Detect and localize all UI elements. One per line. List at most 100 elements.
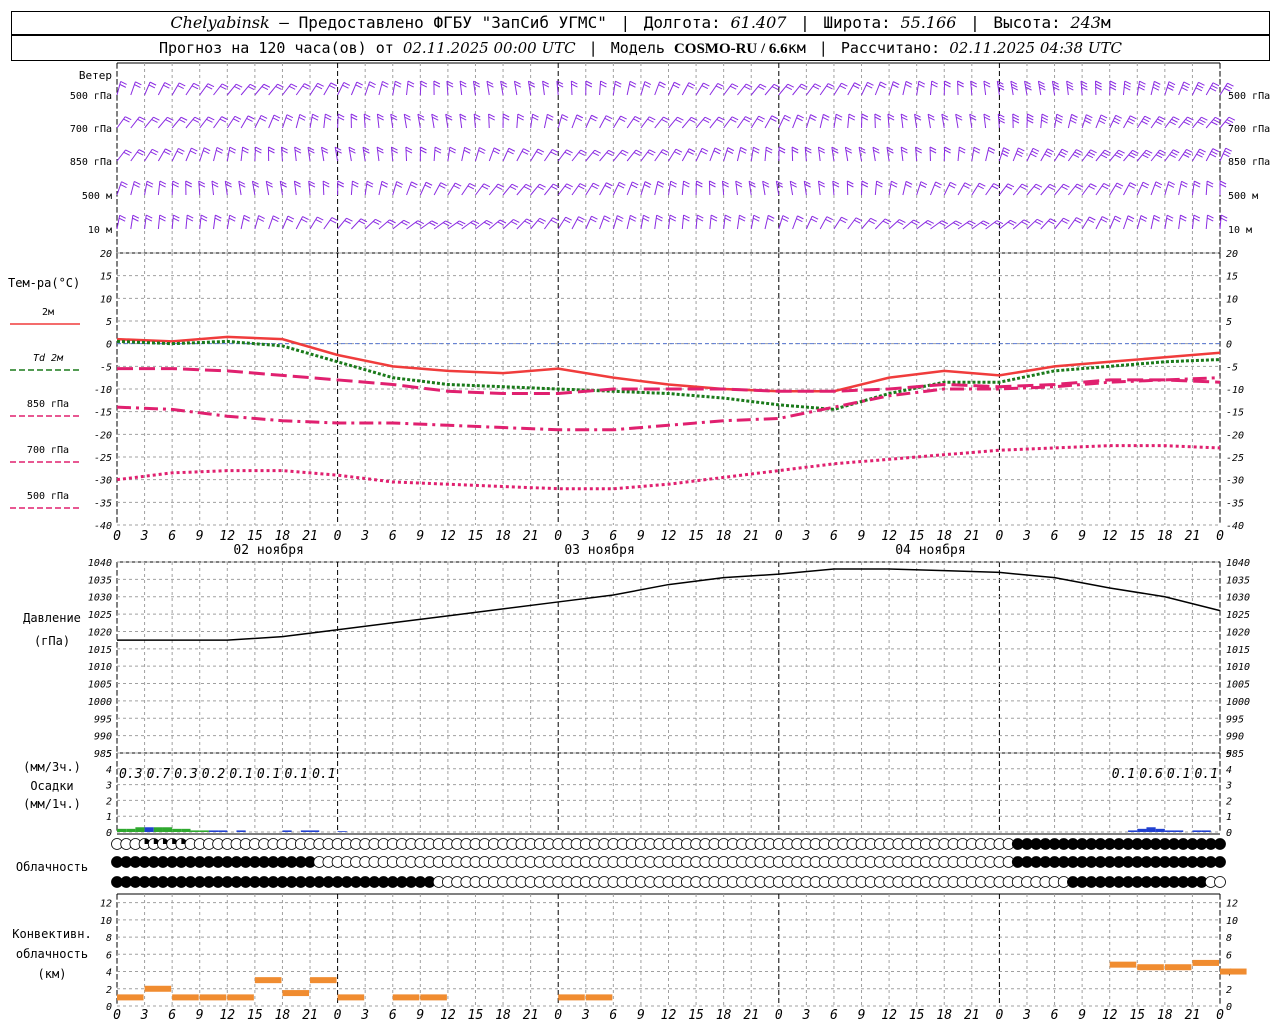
- wind-barb-feather: [1031, 150, 1038, 155]
- wind-barb-feather: [493, 147, 501, 152]
- wind-barb-feather: [1056, 113, 1064, 118]
- wind-barb-feather: [186, 217, 194, 222]
- wind-barb-feather: [337, 113, 345, 118]
- wind-barb-feather: [1104, 149, 1111, 154]
- wind-barb: [474, 147, 480, 162]
- wind-barb-feather: [552, 148, 559, 153]
- cloud-symbol: [1214, 856, 1226, 868]
- x-tick-label: 0: [995, 1008, 1003, 1023]
- conv-bar: [1109, 961, 1137, 968]
- wind-barb-feather: [744, 85, 751, 90]
- wind-barb-feather: [1197, 151, 1205, 156]
- wind-barb: [723, 116, 733, 129]
- wind-barb-feather: [243, 217, 250, 222]
- wind-barb-feather: [561, 114, 569, 119]
- x-tick-label: 21: [523, 1008, 539, 1023]
- wind-barb-feather: [1055, 119, 1063, 124]
- wind-barb-feather: [523, 148, 530, 153]
- wind-barb-feather: [405, 146, 413, 151]
- wind-barb-feather: [317, 216, 324, 221]
- wind-barb-feather: [644, 81, 652, 86]
- wind-barb-feather: [185, 180, 192, 185]
- y-tick-label-right: -20: [1226, 430, 1244, 441]
- wind-barb-feather: [272, 218, 279, 223]
- y-tick-label: -20: [94, 430, 112, 441]
- wind-barb-feather: [453, 185, 460, 190]
- y-tick-label: 1: [106, 812, 112, 823]
- wind-barb-feather: [701, 147, 709, 152]
- wind-barb-feather: [546, 116, 553, 121]
- wind-barb-feather: [1228, 116, 1236, 121]
- wind-barb-feather: [818, 149, 826, 154]
- wind-barb-feather: [934, 184, 941, 189]
- wind-barb-feather: [1047, 148, 1054, 153]
- wind-barb: [709, 116, 720, 129]
- wind-barb-feather: [811, 215, 819, 220]
- wind-barb-feather: [1114, 154, 1122, 159]
- wind-barb-feather: [277, 83, 284, 88]
- wind-barb-feather: [235, 83, 243, 88]
- wind-barb: [405, 146, 408, 162]
- wind-barb-feather: [822, 116, 829, 121]
- wind-barb-feather: [911, 221, 918, 226]
- wind-barb: [640, 215, 644, 230]
- wind-barb: [281, 114, 288, 129]
- wind-level-label: 500 м: [82, 191, 112, 202]
- wind-barb-feather: [1127, 120, 1134, 125]
- wind-barb: [513, 81, 518, 96]
- y-tick-label: 15: [100, 272, 112, 283]
- wind-barb: [185, 147, 192, 162]
- wind-barb-feather: [507, 150, 514, 155]
- wind-barb: [281, 215, 289, 230]
- wind-barb-feather: [120, 81, 127, 85]
- wind-barb-feather: [753, 214, 760, 219]
- wind-barb: [599, 149, 609, 162]
- x-tick-label: 15: [909, 1008, 925, 1023]
- wind-barb-feather: [1061, 220, 1068, 224]
- wind-barb-feather: [146, 214, 153, 219]
- precip-bar: [1155, 828, 1165, 832]
- wind-barb: [488, 147, 495, 162]
- wind-barb-feather: [1095, 80, 1102, 85]
- wind-barb-feather: [263, 83, 271, 88]
- wind-barb-feather: [329, 219, 337, 224]
- wind-barb: [475, 220, 487, 230]
- wind-barb: [1123, 182, 1131, 196]
- wind-barb-feather: [225, 180, 232, 185]
- wind-barb: [900, 114, 904, 129]
- wind-barb-feather: [315, 85, 323, 90]
- wind-barb: [695, 148, 703, 162]
- wind-barb-feather: [1035, 183, 1043, 188]
- wind-barb-feather: [1112, 120, 1120, 125]
- wind-barb-feather: [502, 113, 510, 118]
- wind-barb-feather: [1172, 149, 1180, 154]
- wind-barb-feather: [261, 86, 269, 91]
- wind-barb: [1150, 181, 1157, 196]
- wind-barb: [171, 215, 174, 230]
- wind-barb-feather: [696, 180, 703, 185]
- wind-barb: [337, 217, 347, 230]
- wind-barb-feather: [539, 217, 546, 222]
- x-tick-label: 9: [416, 1008, 424, 1023]
- wind-barb-feather: [1182, 153, 1190, 158]
- wind-barb-feather: [1129, 182, 1137, 187]
- wind-level-label: 700 гПа: [70, 124, 112, 135]
- wind-barb-feather: [202, 150, 210, 155]
- wind-barb-feather: [880, 81, 887, 86]
- precip-bar: [208, 830, 219, 832]
- wind-barb: [488, 219, 501, 230]
- wind-barb: [1081, 183, 1091, 196]
- wind-barb: [736, 215, 740, 230]
- wind-barb-feather: [488, 113, 495, 118]
- x-tick-label: 12: [219, 1008, 235, 1023]
- x-tick-label: 3: [360, 529, 369, 544]
- wind-barb-feather: [180, 116, 188, 121]
- wind-barb-feather: [1067, 86, 1074, 91]
- wind-barb-feather: [439, 184, 446, 189]
- conv-bar: [1192, 959, 1219, 966]
- x-tick-label: 18: [716, 1008, 732, 1023]
- wind-barb-feather: [688, 82, 696, 87]
- wind-barb: [240, 147, 244, 162]
- wind-barb-feather: [1211, 150, 1218, 155]
- wind-barb-feather: [165, 119, 172, 124]
